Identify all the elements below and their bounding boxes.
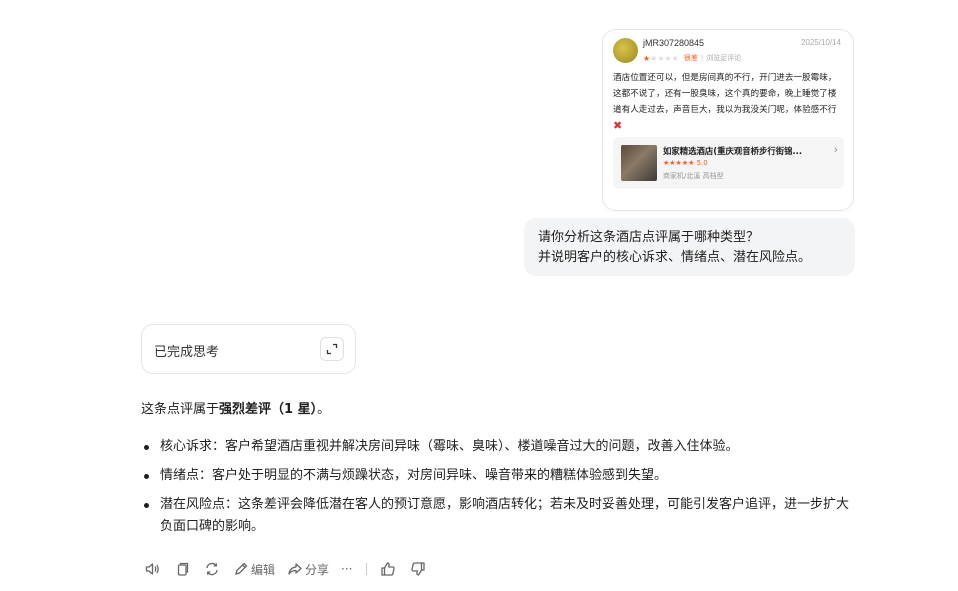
expand-icon: [326, 343, 338, 355]
edit-icon: [235, 562, 248, 575]
review-text: 酒店位置还可以，但是房间真的不行，开门进去一股霉味，这都不说了，还有一股臭味，这…: [613, 73, 837, 132]
speaker-icon: [145, 563, 159, 575]
hotel-rating: ★★★★★ 5.0: [663, 159, 708, 167]
thumbs-up-icon: [381, 562, 396, 576]
expand-button[interactable]: [320, 337, 344, 361]
review-screenshot-card[interactable]: jMR307280845 2025/10/14 ★★★★★ 很差 | 浏览足评论…: [602, 29, 854, 211]
answer-intro: 这条点评属于强烈差评（1 星）。: [141, 402, 331, 417]
more-button[interactable]: ···: [341, 562, 352, 576]
bullet-dot: [144, 474, 149, 479]
bullet-dot: [144, 445, 149, 450]
reviewer-username: jMR307280845: [643, 38, 705, 48]
rating-separator: |: [700, 54, 704, 62]
hotel-name: 如家精选酒店(重庆观音桥步行街锦...: [663, 146, 802, 156]
review-date: 2025/10/14: [800, 38, 841, 47]
hotel-tags: 商家机/北溪 高档型: [663, 172, 724, 180]
cross-mark-icon: ✖: [613, 119, 623, 132]
thinking-label: 已完成思考: [154, 345, 220, 360]
like-button[interactable]: [379, 560, 397, 578]
share-label: 分享: [305, 562, 330, 577]
reviewer-avatar: [613, 38, 638, 63]
copy-icon: [177, 562, 189, 576]
share-button[interactable]: 分享: [287, 561, 329, 578]
list-item: 情绪点：客户处于明显的不满与烦躁状态，对房间异味、噪音带来的糟糕体验感到失望。: [141, 465, 861, 487]
list-item: 潜在风险点：这条差评会降低潜在客人的预订意愿，影响酒店转化；若未及时妥善处理，可…: [141, 494, 861, 538]
rating-note: 浏览足评论: [706, 54, 742, 62]
question-line-2: 并说明客户的核心诉求、情绪点、潜在风险点。: [538, 250, 812, 265]
copy-button[interactable]: [173, 560, 191, 578]
chevron-right-icon: ›: [833, 143, 838, 156]
list-item: 核心诉求：客户希望酒店重视并解决房间异味（霉味、臭味）、楼道噪音过大的问题，改善…: [141, 436, 861, 458]
share-icon: [288, 563, 302, 575]
answer-bullet-list: 核心诉求：客户希望酒店重视并解决房间异味（霉味、臭味）、楼道噪音过大的问题，改善…: [141, 436, 861, 545]
refresh-icon: [206, 562, 218, 576]
bullet-dot: [144, 503, 149, 508]
more-icon: ···: [341, 562, 353, 576]
rating-stars: ★★★★★: [643, 54, 679, 63]
thumbs-down-icon: [411, 562, 426, 576]
rating-word: 很差: [683, 54, 698, 62]
hotel-thumbnail: [621, 145, 657, 181]
message-action-bar: 编辑 分享 ···: [143, 558, 439, 580]
regenerate-button[interactable]: [203, 560, 221, 578]
answer-verdict: 强烈差评（1 星）: [219, 402, 318, 417]
star-empty-icon: ★: [671, 53, 679, 63]
star-empty-icon: ★: [657, 53, 665, 63]
star-empty-icon: ★: [664, 53, 672, 63]
user-question-bubble: 请你分析这条酒店点评属于哪种类型？ 并说明客户的核心诉求、情绪点、潜在风险点。: [524, 218, 855, 276]
review-rating: ★★★★★ 很差 | 浏览足评论: [643, 53, 741, 63]
read-aloud-button[interactable]: [143, 560, 161, 578]
hotel-link-card[interactable]: 如家精选酒店(重庆观音桥步行街锦... ★★★★★ 5.0 商家机/北溪 高档型…: [613, 137, 844, 189]
dislike-button[interactable]: [409, 560, 427, 578]
question-line-1: 请你分析这条酒店点评属于哪种类型？: [538, 230, 760, 245]
edit-label: 编辑: [251, 562, 276, 577]
edit-button[interactable]: 编辑: [233, 561, 275, 578]
thinking-panel[interactable]: 已完成思考: [141, 324, 356, 374]
divider: [366, 563, 368, 575]
